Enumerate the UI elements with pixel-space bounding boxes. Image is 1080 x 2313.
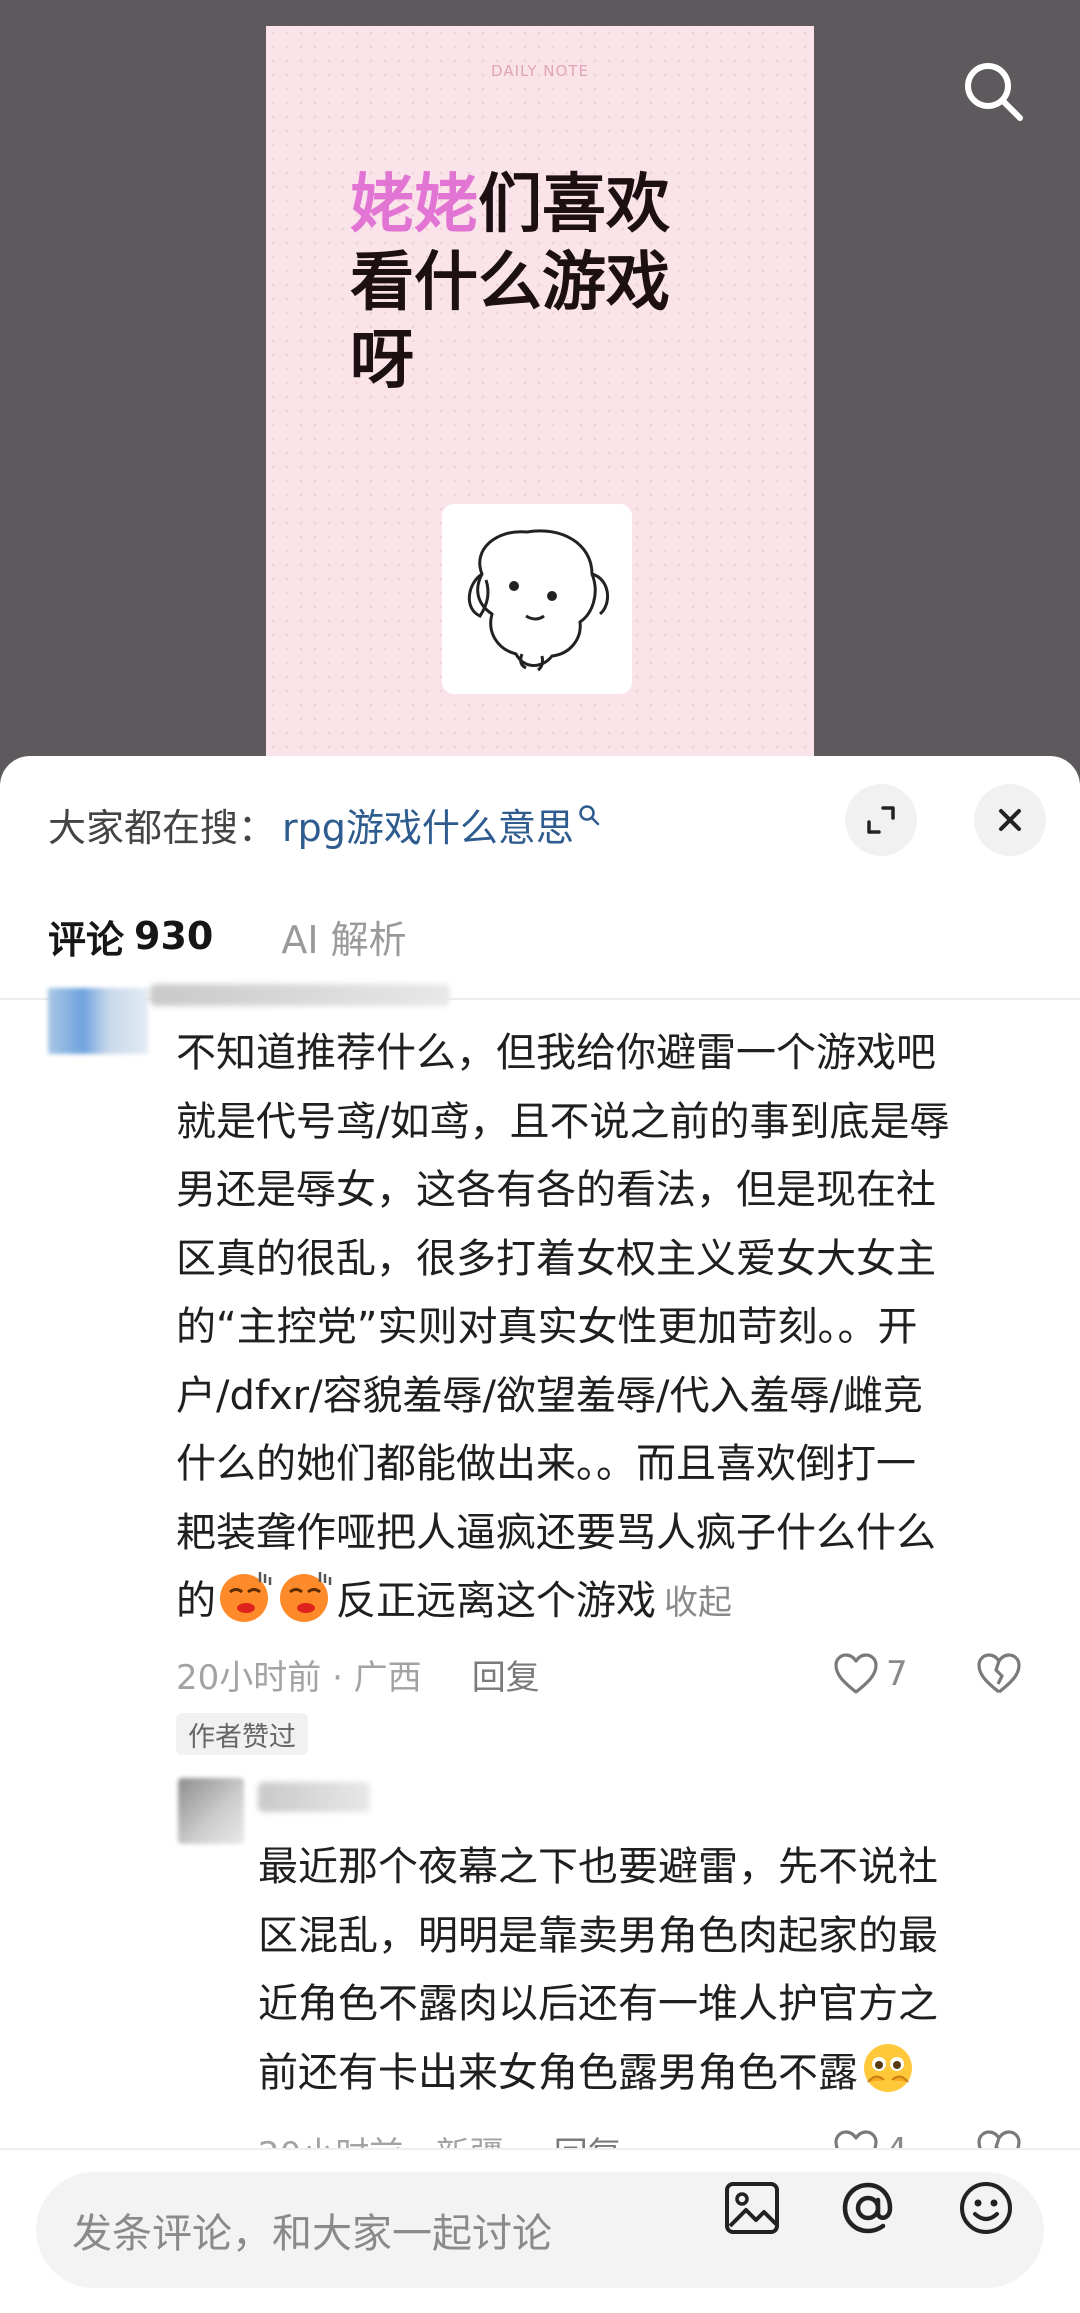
poster-title: 姥姥们喜欢 看什么游戏 呀 [350, 166, 670, 400]
comment-meta: 20小时前 · 广西 回复 [176, 1649, 540, 1699]
tab-comments[interactable]: 评论 [48, 909, 124, 964]
comment-line: 耙装聋作哑把人逼疯还要骂人疯子什么什么 [176, 1509, 936, 1556]
comment-body[interactable]: 不知道推荐什么，但我给你避雷一个游戏吧 就是代号鸢/如鸢，且不说之前的事到底是辱… [176, 1019, 949, 1638]
comment-line: 户/dfxr/容貌羞辱/欲望羞辱/代入羞辱/雌竞 [176, 1372, 923, 1419]
comment-input-bar: 发条评论，和大家一起讨论 [0, 2148, 1080, 2313]
smirk-emoji-icon [220, 1572, 272, 1622]
comment-text-fragment: 前还有卡出来女角色露男角色不露 [258, 2049, 858, 2096]
avatar[interactable] [48, 988, 148, 1054]
close-icon [999, 809, 1021, 831]
comment-line: 区混乱，明明是靠卖男角色肉起家的最 [258, 1912, 938, 1959]
everyone-search-row[interactable]: 大家都在搜： rpg游戏什么意思 [48, 794, 600, 854]
author-liked-badge: 作者赞过 [176, 1713, 308, 1755]
comment-line: 区真的很乱，很多打着女权主义爱女大女主 [176, 1235, 936, 1282]
comment-line: 不知道推荐什么，但我给你避雷一个游戏吧 [176, 1030, 936, 1076]
comment-input-placeholder: 发条评论，和大家一起讨论 [72, 2211, 552, 2257]
comment-line: 男还是辱女，这各有各的看法，但是现在社 [176, 1167, 936, 1213]
heart-icon [834, 1653, 878, 1694]
poster-daily-note: DAILY NOTE [491, 62, 589, 80]
smirk-emoji-icon [280, 1572, 332, 1622]
like-button[interactable]: 7 [832, 1649, 908, 1699]
poster-title-line3: 呀 [350, 324, 414, 398]
puppy-icon [467, 529, 609, 672]
emoji-icon[interactable] [956, 2178, 1016, 2238]
comment-line: 的“主控党”实则对真实女性更加苛刻。。开 [176, 1304, 918, 1350]
comment-line: 什么的她们都能做出来。。而且喜欢倒打一 [176, 1441, 916, 1487]
comment-line: 最近那个夜幕之下也要避雷，先不说社 [258, 1844, 938, 1890]
comment-time-location: 20小时前 · 广西 [176, 1657, 422, 1698]
comment-tabs: 评论 930 AI 解析 [48, 906, 407, 966]
comments-count: 930 [134, 914, 214, 958]
everyone-search-query[interactable]: rpg游戏什么意思 [282, 797, 574, 852]
collapse-button[interactable]: 收起 [664, 1583, 732, 1623]
search-icon[interactable] [960, 58, 1026, 124]
puppy-illustration [442, 504, 632, 694]
poster-title-highlight: 姥姥 [350, 168, 478, 242]
image-icon[interactable] [722, 2178, 782, 2238]
reply-avatar[interactable] [178, 1778, 244, 1844]
expand-icon [867, 806, 895, 834]
comment-last-line: 的 反正远离这个游戏 收起 [176, 1567, 949, 1638]
pleading-emoji-icon [864, 2043, 912, 2092]
reply-body[interactable]: 最近那个夜幕之下也要避雷，先不说社 区混乱，明明是靠卖男角色肉起家的最 近角色不… [258, 1833, 938, 2107]
comment-sheet: 大家都在搜： rpg游戏什么意思 评论 930 AI 解析 不知道推荐什么，但我… [0, 756, 1080, 2313]
video-poster: DAILY NOTE 姥姥们喜欢 看什么游戏 呀 [266, 26, 814, 786]
poster-title-line1: 们喜欢 [478, 168, 670, 242]
expand-button[interactable] [845, 784, 917, 856]
small-search-icon [579, 805, 600, 826]
poster-title-line2: 看什么游戏 [350, 246, 670, 320]
like-count: 7 [886, 1654, 908, 1694]
video-background[interactable]: DAILY NOTE 姥姥们喜欢 看什么游戏 呀 [0, 0, 1080, 786]
comment-line: 就是代号鸢/如鸢，且不说之前的事到底是辱 [176, 1098, 950, 1145]
comment-last-line: 前还有卡出来女角色露男角色不露 [258, 2039, 938, 2108]
comment-text-fragment: 的 [176, 1578, 216, 1624]
comment-line: 近角色不露肉以后还有一堆人护官方之 [258, 1981, 938, 2027]
broken-heart-icon [977, 1653, 1021, 1694]
reply-username[interactable] [258, 1782, 370, 1812]
comment-text-fragment: 反正远离这个游戏 [336, 1578, 656, 1624]
reply-button[interactable]: 回复 [472, 1650, 540, 1699]
mention-icon[interactable] [838, 2178, 898, 2238]
tab-ai-analysis[interactable]: AI 解析 [281, 909, 406, 964]
close-button[interactable] [974, 784, 1046, 856]
everyone-search-label: 大家都在搜： [48, 805, 277, 850]
dislike-button[interactable] [974, 1652, 1024, 1700]
username[interactable] [150, 984, 450, 1006]
